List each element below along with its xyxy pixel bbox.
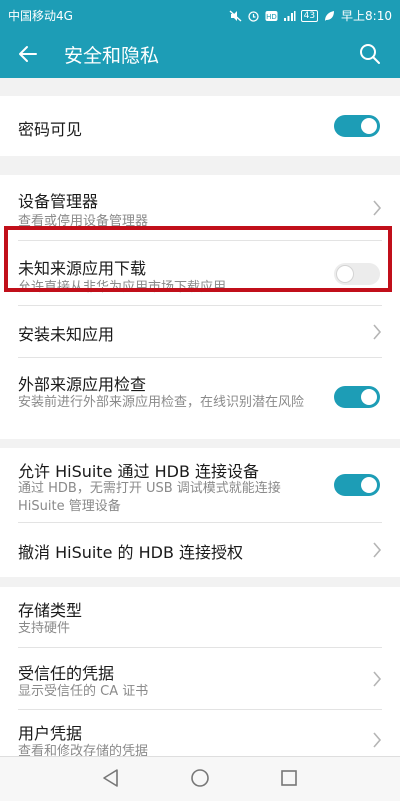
chevron-right-icon: [373, 671, 382, 687]
setting-row-install-unknown-apps[interactable]: 安装未知应用: [0, 306, 400, 358]
alarm-icon: [247, 10, 259, 22]
setting-row-password-visible[interactable]: 密码可见: [0, 96, 400, 156]
leaf-icon: [325, 10, 335, 21]
back-triangle-icon[interactable]: [100, 767, 122, 789]
navigation-bar: [0, 756, 400, 801]
setting-subtitle: 查看或停用设备管理器: [18, 214, 149, 229]
chevron-right-icon: [373, 542, 382, 558]
section-gap: [0, 577, 400, 587]
section-gap: [0, 78, 400, 96]
setting-title: 用户凭据: [18, 724, 83, 743]
setting-row-unknown-sources[interactable]: 未知来源应用下载 允许直接从非华为应用市场下载应用: [0, 241, 400, 306]
setting-row-revoke-hdb[interactable]: 撤消 HiSuite 的 HDB 连接授权: [0, 523, 400, 577]
setting-row-device-admin[interactable]: 设备管理器 查看或停用设备管理器: [0, 175, 400, 241]
battery-icon: 43: [300, 9, 319, 22]
section-hisuite: 允许 HiSuite 通过 HDB 连接设备 通过 HDB，无需打开 USB 调…: [0, 448, 400, 577]
chevron-right-icon: [373, 324, 382, 340]
hisuite-hdb-toggle[interactable]: [334, 474, 380, 496]
page-title: 安全和隐私: [64, 45, 160, 67]
section-password: 密码可见: [0, 96, 400, 156]
setting-row-storage-type[interactable]: 存储类型 支持硬件: [0, 587, 400, 648]
status-icons: HD 43 早上8:10: [229, 7, 392, 24]
settings-list: 密码可见 设备管理器 查看或停用设备管理器 未知来源应用下载 允许直接从非华为应…: [0, 78, 400, 768]
external-app-check-toggle[interactable]: [334, 386, 380, 408]
home-circle-icon[interactable]: [189, 767, 211, 789]
password-visible-toggle[interactable]: [334, 115, 380, 137]
chevron-right-icon: [373, 200, 382, 216]
setting-title: 撤消 HiSuite 的 HDB 连接授权: [18, 543, 244, 562]
hd-icon: HD: [265, 10, 278, 21]
setting-title: 存储类型: [18, 601, 83, 620]
section-credentials: 存储类型 支持硬件 受信任的凭据 显示受信任的 CA 证书 用户凭据 查看和修改…: [0, 587, 400, 768]
app-bar: 安全和隐私: [0, 30, 400, 78]
section-gap: [0, 439, 400, 448]
setting-title: 未知来源应用下载: [18, 259, 147, 278]
setting-row-trusted-credentials[interactable]: 受信任的凭据 显示受信任的 CA 证书: [0, 648, 400, 710]
status-bar: 中国移动4G HD 43 早上8:10: [0, 0, 400, 30]
chevron-right-icon: [373, 732, 382, 748]
section-apps: 设备管理器 查看或停用设备管理器 未知来源应用下载 允许直接从非华为应用市场下载…: [0, 175, 400, 439]
section-gap: [0, 156, 400, 175]
setting-title: 安装未知应用: [18, 325, 115, 344]
setting-title: 受信任的凭据: [18, 664, 115, 683]
setting-subtitle: 显示受信任的 CA 证书: [18, 684, 149, 699]
setting-title: 密码可见: [18, 120, 83, 139]
search-icon[interactable]: [358, 42, 382, 66]
unknown-sources-toggle[interactable]: [334, 263, 380, 285]
back-arrow-icon[interactable]: [16, 42, 40, 66]
carrier-label: 中国移动4G: [8, 9, 73, 23]
setting-subtitle: 安装前进行外部来源应用检查，在线识别潜在风险: [18, 395, 305, 410]
svg-text:HD: HD: [266, 13, 277, 21]
recents-square-icon[interactable]: [278, 767, 300, 789]
setting-subtitle: 通过 HDB，无需打开 USB 调试模式就能连接 HiSuite 管理设备: [18, 481, 281, 514]
setting-title: 设备管理器: [18, 192, 99, 211]
mute-icon: [229, 9, 242, 22]
signal-icon: [283, 10, 296, 21]
setting-title: 外部来源应用检查: [18, 375, 147, 394]
setting-row-external-app-check[interactable]: 外部来源应用检查 安装前进行外部来源应用检查，在线识别潜在风险: [0, 358, 400, 439]
setting-subtitle: 支持硬件: [18, 621, 71, 636]
setting-row-hisuite-hdb[interactable]: 允许 HiSuite 通过 HDB 连接设备 通过 HDB，无需打开 USB 调…: [0, 448, 400, 523]
setting-subtitle: 允许直接从非华为应用市场下载应用: [18, 280, 227, 295]
clock: 早上8:10: [341, 9, 392, 23]
setting-title: 允许 HiSuite 通过 HDB 连接设备: [18, 462, 260, 481]
